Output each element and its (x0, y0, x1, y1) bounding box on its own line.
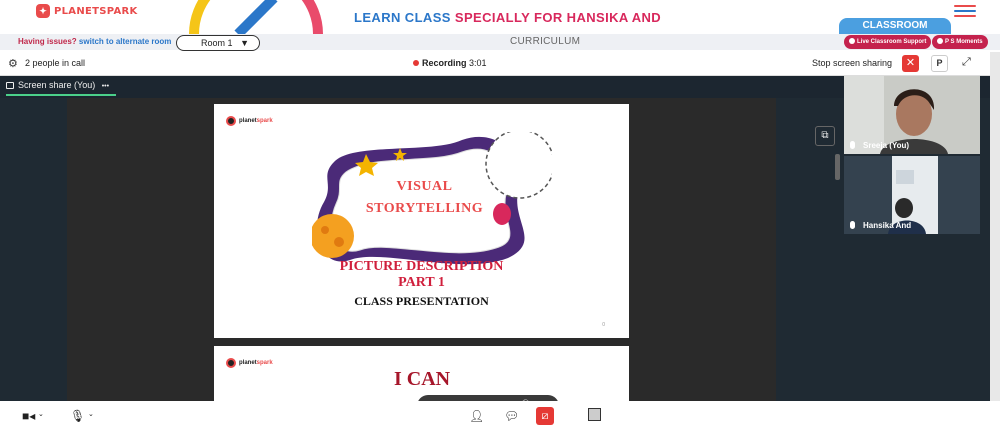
slide-subtitle: PICTURE DESCRIPTION PART 1 (214, 259, 629, 291)
slide-logo-text: planetspark (239, 360, 273, 366)
moments-button[interactable]: P S Moments (932, 35, 988, 49)
logo-mark-icon: ✦ (36, 4, 50, 18)
menu-icon[interactable] (954, 5, 976, 19)
more-icon[interactable]: ••• (102, 83, 109, 90)
slide-title: VISUAL STORYTELLING (332, 176, 517, 220)
popout-icon[interactable]: ⧉ (815, 126, 835, 146)
slide-logo: planetspark (226, 116, 273, 126)
slide-logo-text-a: planet (239, 360, 257, 366)
participant-name-label: Sreeja (You) (863, 141, 910, 150)
participant-name: Hansika And (850, 221, 911, 230)
class-title-part1: LEARN CLASS (354, 10, 451, 25)
support-icon (849, 38, 855, 44)
class-title-part2: SPECIALLY FOR HANSIKA AND (454, 10, 662, 25)
moments-icon (937, 38, 943, 44)
live-support-button[interactable]: Live Classroom Support (844, 35, 932, 49)
app-window: ✦ PLANETSPARK LEARN CLASS SPECIALLY FOR … (0, 0, 1000, 430)
slide-subtitle-line1: PICTURE DESCRIPTION (339, 259, 504, 274)
top-header: ✦ PLANETSPARK LEARN CLASS SPECIALLY FOR … (0, 0, 1000, 34)
curriculum-tab[interactable]: CURRICULUM (510, 36, 580, 47)
room-bar: Having issues? switch to alternate room … (0, 34, 1000, 51)
classroom-button[interactable]: CLASSROOM (839, 18, 951, 34)
logo-text: PLANETSPARK (54, 5, 138, 17)
p-button[interactable]: P (931, 55, 948, 72)
whiteboard-icon[interactable] (588, 408, 601, 421)
gear-icon[interactable]: ⚙ (8, 57, 18, 70)
participant-tile[interactable]: Sreeja (You) (844, 76, 980, 154)
scrollbar-track[interactable] (990, 52, 1000, 401)
camera-options-icon[interactable]: ⌄ (38, 410, 44, 418)
room-select[interactable]: Room 1 ▼ (176, 35, 260, 51)
slide-footer: CLASS PRESENTATION (354, 294, 489, 308)
switch-room-link[interactable]: switch to alternate room (79, 37, 171, 46)
slide-logo: planetspark (226, 358, 273, 368)
slide-2-heading: I CAN (394, 368, 451, 390)
room-select-value: Room 1 (201, 38, 233, 48)
recording-indicator: Recording 3:01 (413, 58, 487, 68)
participant-name: Sreeja (You) (850, 141, 909, 150)
recording-label: Recording (422, 58, 467, 68)
scrollbar[interactable] (835, 154, 840, 180)
screen-share-view[interactable]: planetspark VISUAL STORYTELLING PICTURE … (67, 98, 840, 417)
chat-icon[interactable]: 💬︎ (504, 409, 519, 423)
stop-sharing-button[interactable]: ✕ (902, 55, 919, 72)
mic-icon (850, 221, 855, 229)
class-title: LEARN CLASS SPECIALLY FOR HANSIKA AND (354, 10, 661, 25)
tab-screen-share[interactable]: Screen share (You) ••• (6, 80, 116, 96)
brand-logo[interactable]: ✦ PLANETSPARK (36, 4, 138, 18)
planet-icon (226, 116, 236, 126)
slide-title-line2: STORYTELLING (365, 201, 484, 216)
slide-subtitle-line2: PART 1 (398, 275, 445, 290)
slide-logo-text-b: spark (256, 118, 273, 124)
participant-name-label: Hansika And (863, 221, 912, 230)
stop-sharing-label: Stop screen sharing (812, 58, 893, 68)
slide-1: planetspark VISUAL STORYTELLING PICTURE … (214, 104, 629, 338)
participants-icon[interactable]: 👤︎ (469, 409, 484, 423)
caret-down-icon: ▼ (240, 38, 249, 48)
recording-time: 3:01 (469, 58, 487, 68)
record-dot-icon (413, 60, 419, 66)
share-screen-icon[interactable]: ⧄ (536, 407, 554, 425)
participant-tile[interactable]: Hansika And (844, 156, 980, 234)
live-support-label: Live Classroom Support (857, 39, 927, 45)
tab-screen-share-label: Screen share (You) (18, 80, 96, 90)
slide-title-line1: VISUAL (396, 179, 453, 194)
slide-number: 0 (602, 322, 605, 328)
fullscreen-icon[interactable]: ⤢ (962, 56, 971, 69)
decorative-arc (189, 0, 323, 34)
mic-toggle-icon[interactable]: 🎙︎ (70, 409, 85, 423)
slide-logo-text-a: planet (239, 118, 257, 124)
people-count: 2 people in call (25, 58, 86, 68)
bottom-controls: ■◂ ⌄ 🎙︎ ⌄ 👤︎ 💬︎ ⧄ (0, 401, 1000, 430)
slide-logo-text-b: spark (256, 360, 273, 366)
issues-label: Having issues? (18, 37, 77, 46)
mic-options-icon[interactable]: ⌄ (88, 410, 94, 418)
stage-tabs: Screen share (You) ••• (0, 76, 990, 98)
video-stage: Screen share (You) ••• planetspark VISUA… (0, 76, 990, 417)
moments-label: P S Moments (945, 39, 983, 45)
screen-icon (6, 82, 14, 89)
mic-icon (850, 141, 855, 149)
call-toolbar: ⚙ 2 people in call Recording 3:01 Stop s… (0, 52, 990, 76)
planet-icon (226, 358, 236, 368)
issues-text: Having issues? switch to alternate room (18, 37, 171, 46)
camera-icon[interactable]: ■◂ (22, 409, 35, 423)
slide-logo-text: planetspark (239, 118, 273, 124)
